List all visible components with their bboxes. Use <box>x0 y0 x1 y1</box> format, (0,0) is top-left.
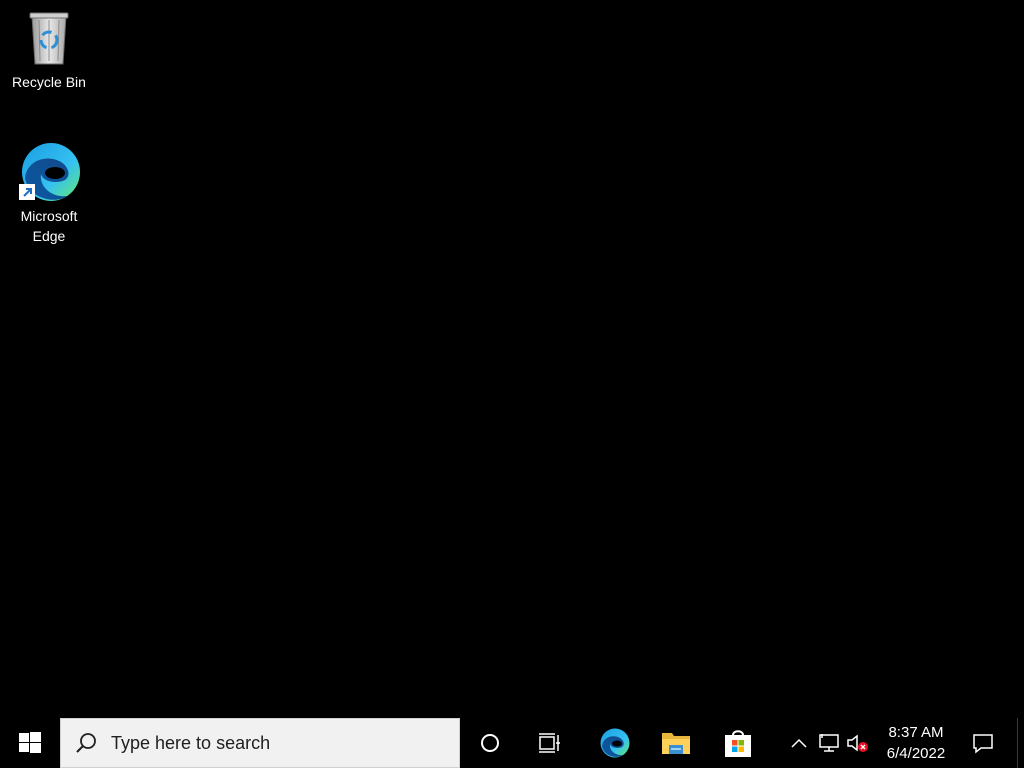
network-button[interactable] <box>815 718 843 768</box>
start-button[interactable] <box>0 718 60 768</box>
search-box[interactable]: Type here to search <box>60 718 460 768</box>
desktop-icon-microsoft-edge[interactable]: Microsoft Edge <box>4 140 94 246</box>
show-hidden-icons-button[interactable] <box>785 718 813 768</box>
windows-logo-icon <box>19 732 41 753</box>
show-desktop-button[interactable] <box>1017 718 1024 768</box>
folder-icon <box>662 733 690 754</box>
cortana-circle-icon <box>481 734 499 752</box>
desktop-icon-label: Microsoft Edge <box>20 208 78 244</box>
recycle-bin-icon <box>17 6 81 70</box>
clock-date: 6/4/2022 <box>886 745 946 762</box>
volume-button[interactable] <box>843 718 873 768</box>
task-view-icon <box>539 733 560 753</box>
desktop-icon-recycle-bin[interactable]: Recycle Bin <box>4 6 94 92</box>
volume-muted-icon <box>847 734 868 752</box>
notification-icon <box>973 734 993 754</box>
taskbar-store-button[interactable] <box>712 718 764 768</box>
clock-time: 8:37 AM <box>888 724 944 741</box>
action-center-button[interactable] <box>960 718 1006 768</box>
desktop[interactable]: Recycle Bin Microsoft Edge <box>0 0 1024 718</box>
clock[interactable]: 8:37 AM 6/4/2022 <box>876 718 956 768</box>
search-placeholder: Type here to search <box>111 732 271 753</box>
edge-icon <box>600 728 630 758</box>
task-view-button[interactable] <box>525 718 575 768</box>
store-bag-icon <box>725 730 751 757</box>
taskbar: Type here to search 8:37 AM 6/4/2022 <box>0 718 1024 768</box>
taskbar-file-explorer-button[interactable] <box>650 718 702 768</box>
desktop-icon-label: Recycle Bin <box>12 74 86 90</box>
chevron-up-icon <box>791 738 807 748</box>
cortana-button[interactable] <box>465 718 515 768</box>
taskbar-edge-button[interactable] <box>588 718 640 768</box>
network-icon <box>819 734 839 752</box>
edge-icon <box>17 140 81 204</box>
search-icon <box>61 718 111 768</box>
